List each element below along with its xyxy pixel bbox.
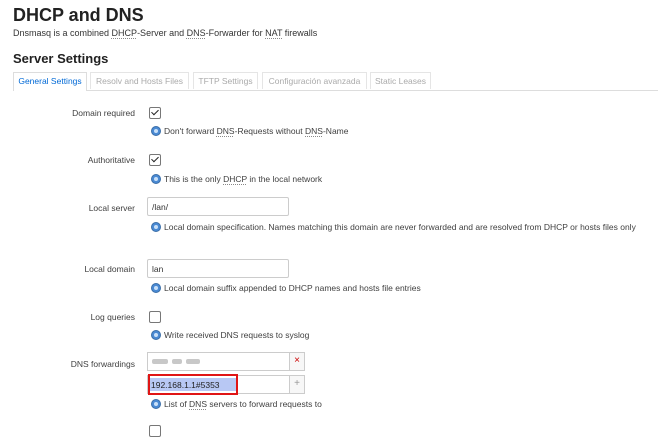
dns-forwardings-help: List of DNS servers to forward requests … <box>151 398 322 410</box>
local-domain-label: Local domain <box>84 264 135 274</box>
info-icon <box>151 174 161 184</box>
highlight-annotation <box>148 374 238 395</box>
info-icon <box>151 399 161 409</box>
dhcp-abbr: DHCP <box>111 28 138 38</box>
add-forwarding-button[interactable]: + <box>289 375 305 394</box>
dns-forwarding-entry-value <box>147 352 289 371</box>
log-queries-help: Write received DNS requests to syslog <box>151 329 309 341</box>
local-domain-help: Local domain suffix appended to DHCP nam… <box>151 282 421 294</box>
info-icon <box>151 126 161 136</box>
tab-general-settings[interactable]: General Settings <box>13 72 87 91</box>
info-icon <box>151 222 161 232</box>
dns-abbr: DNS <box>186 28 206 38</box>
log-queries-checkbox[interactable] <box>149 311 161 323</box>
domain-required-checkbox[interactable] <box>149 107 161 119</box>
blurred-text <box>172 359 182 365</box>
authoritative-label: Authoritative <box>87 155 135 165</box>
authoritative-help: This is the only DHCP in the local netwo… <box>151 173 322 185</box>
remove-forwarding-button[interactable]: × <box>289 352 305 371</box>
local-server-input[interactable] <box>147 197 289 216</box>
authoritative-checkbox[interactable] <box>149 154 161 166</box>
next-option-checkbox[interactable] <box>149 425 161 437</box>
tab-configuracion-avanzada[interactable]: Configuración avanzada <box>262 72 367 89</box>
domain-required-help: Don't forward DNS-Requests without DNS-N… <box>151 125 348 137</box>
blurred-text <box>186 359 200 365</box>
dns-forwarding-entry: × <box>147 352 305 371</box>
local-domain-input[interactable] <box>147 259 289 278</box>
blurred-text <box>152 359 168 365</box>
info-icon <box>151 330 161 340</box>
section-title: Server Settings <box>13 51 109 66</box>
tab-bar: General Settings Resolv and Hosts Files … <box>13 72 658 91</box>
domain-required-label: Domain required <box>72 108 135 118</box>
info-icon <box>151 283 161 293</box>
tab-resolv-hosts-files[interactable]: Resolv and Hosts Files <box>90 72 189 89</box>
page-title: DHCP and DNS <box>13 5 144 25</box>
nat-abbr: NAT <box>265 28 283 38</box>
page-description: Dnsmasq is a combined DHCP-Server and DN… <box>13 28 318 38</box>
log-queries-label: Log queries <box>90 312 135 322</box>
local-server-help: Local domain specification. Names matchi… <box>151 221 651 233</box>
tab-tftp-settings[interactable]: TFTP Settings <box>193 72 258 89</box>
local-server-label: Local server <box>88 203 135 213</box>
tab-static-leases[interactable]: Static Leases <box>370 72 431 89</box>
dns-forwardings-label: DNS forwardings <box>70 359 135 369</box>
